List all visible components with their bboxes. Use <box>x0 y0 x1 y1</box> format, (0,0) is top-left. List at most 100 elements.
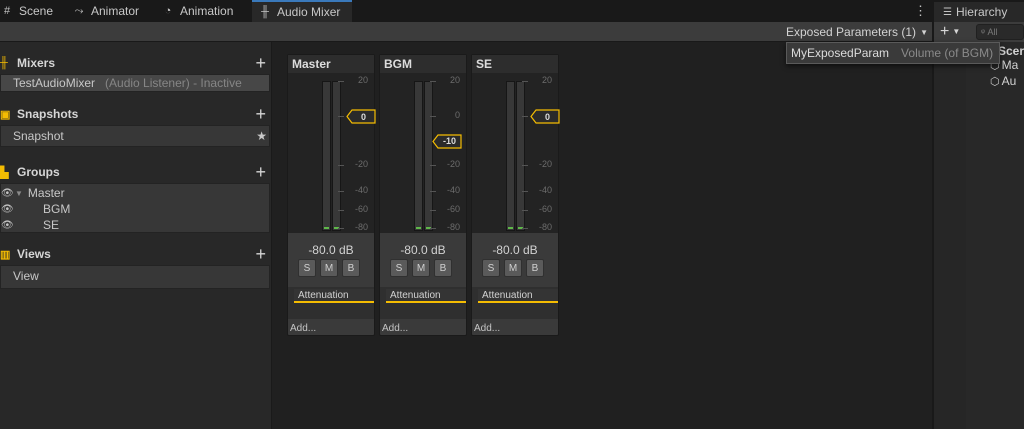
groups-title: Groups <box>17 165 60 179</box>
tab-scene[interactable]: # Scene <box>0 0 64 22</box>
scale-label: -80 <box>354 222 368 232</box>
snapshots-title: Snapshots <box>17 107 79 121</box>
mute-button[interactable]: M <box>504 259 522 277</box>
eye-icon[interactable]: 👁 <box>1 188 14 199</box>
attenuation-effect[interactable]: Attenuation <box>478 289 558 303</box>
add-effect-button[interactable]: Add... <box>290 323 316 334</box>
scale-tick <box>430 191 436 192</box>
strip-name[interactable]: Master <box>288 55 374 73</box>
tab-animator[interactable]: ⤳ Animator <box>72 0 156 22</box>
scale-tick <box>338 165 344 166</box>
volume-fader-handle[interactable]: -10 <box>432 133 462 149</box>
scale-label: -40 <box>446 185 460 195</box>
scale-label: 20 <box>541 75 552 85</box>
dropdown-arrow-icon: ▼ <box>952 27 961 36</box>
hierarchy-add-button[interactable]: + ▼ <box>940 22 960 42</box>
hierarchy-search-input[interactable]: ᵠ All <box>976 24 1024 40</box>
exposed-parameters-dropdown[interactable]: Exposed Parameters (1) ▼ <box>786 22 928 42</box>
exposed-param-name[interactable]: MyExposedParam <box>791 46 889 60</box>
vu-meter-left <box>322 81 331 231</box>
solo-button[interactable]: S <box>390 259 408 277</box>
scale-label: -20 <box>446 159 460 169</box>
groups-list: 👁 ▼ Master 👁 BGM 👁 SE <box>0 183 270 233</box>
exposed-parameters-label: Exposed Parameters (1) <box>786 25 917 39</box>
tab-label: Animator <box>91 4 140 18</box>
kebab-menu-icon[interactable]: ⋮ <box>914 3 927 19</box>
mixer-item[interactable]: TestAudioMixer (Audio Listener) - Inacti… <box>1 75 269 91</box>
strip-name[interactable]: SE <box>472 55 558 73</box>
add-effect-button[interactable]: Add... <box>474 323 500 334</box>
scale-label: 0 <box>454 110 460 120</box>
hierarchy-item-label: Ma <box>1001 58 1019 72</box>
vu-meter-left <box>506 81 515 231</box>
animator-icon: ⤳ <box>74 4 84 17</box>
group-item-master[interactable]: 👁 ▼ Master <box>1 185 269 201</box>
add-view-button[interactable]: + <box>255 243 266 265</box>
exposed-parameters-popup: MyExposedParam Volume (of BGM) <box>786 42 1000 64</box>
group-name: Master <box>27 186 65 200</box>
scale-label: 20 <box>449 75 460 85</box>
tab-label: Animation <box>180 4 234 18</box>
strip-name[interactable]: BGM <box>380 55 466 73</box>
scale-tick <box>338 116 344 117</box>
tab-label: Scene <box>19 4 54 18</box>
search-placeholder: All <box>987 27 998 37</box>
bypass-button[interactable]: B <box>434 259 452 277</box>
mute-button[interactable]: M <box>412 259 430 277</box>
tab-label: Hierarchy <box>955 5 1008 19</box>
expand-arrow-icon[interactable]: ▼ <box>15 189 23 198</box>
views-icon: ▥ <box>0 248 11 261</box>
snapshot-item[interactable]: Snapshot ★ <box>1 128 269 144</box>
attenuation-effect[interactable]: Attenuation <box>386 289 466 303</box>
mute-button[interactable]: M <box>320 259 338 277</box>
view-name: View <box>13 269 39 283</box>
strip-db-readout: -80.0 dB <box>308 243 354 257</box>
mixer-strip-master: Master200-20-40-60-80 0-80.0 dBSMBAttenu… <box>287 54 376 336</box>
fader-value: -10 <box>442 136 456 146</box>
solo-button[interactable]: S <box>482 259 500 277</box>
scale-tick <box>430 165 436 166</box>
scale-label: -80 <box>538 222 552 232</box>
attenuation-effect[interactable]: Attenuation <box>294 289 374 303</box>
scale-tick <box>338 210 344 211</box>
tab-hierarchy[interactable]: ☰ Hierarchy <box>934 2 1024 22</box>
scale-tick <box>430 116 436 117</box>
star-icon[interactable]: ★ <box>256 129 267 143</box>
strip-buttons: SMB <box>482 259 548 277</box>
tab-animation[interactable]: ◔ Animation <box>161 0 251 22</box>
group-item-bgm[interactable]: 👁 BGM <box>1 201 269 217</box>
dropdown-arrow-icon: ▼ <box>920 27 928 37</box>
snapshot-name: Snapshot <box>13 129 64 143</box>
eye-icon[interactable]: 👁 <box>1 204 14 215</box>
tab-audio-mixer[interactable]: ╫ Audio Mixer <box>252 0 352 22</box>
volume-fader-handle[interactable]: 0 <box>530 109 560 124</box>
group-name: BGM <box>43 202 71 216</box>
strip-db-readout: -80.0 dB <box>492 243 538 257</box>
mixer-toolbar: Exposed Parameters (1) ▼ <box>0 22 932 42</box>
groups-header: ▙ Groups + <box>0 161 272 183</box>
hierarchy-scene-row[interactable]: Scer <box>998 44 1024 58</box>
add-group-button[interactable]: + <box>255 161 266 183</box>
mixer-detail: (Audio Listener) - Inactive <box>105 76 242 90</box>
volume-fader-handle[interactable]: 0 <box>346 109 376 124</box>
view-item[interactable]: View <box>1 268 269 284</box>
hierarchy-row[interactable]: ⬡ Au <box>990 74 1016 88</box>
scale-label: -60 <box>354 204 368 214</box>
meter-area: 200-20-40-60-80 0 <box>472 73 560 233</box>
scale-tick <box>522 116 528 117</box>
add-mixer-button[interactable]: + <box>255 52 266 74</box>
bypass-button[interactable]: B <box>526 259 544 277</box>
meter-level <box>416 227 421 229</box>
scale-label: -20 <box>538 159 552 169</box>
add-snapshot-button[interactable]: + <box>255 103 266 125</box>
group-item-se[interactable]: 👁 SE <box>1 217 269 233</box>
bypass-button[interactable]: B <box>342 259 360 277</box>
meter-level <box>508 227 513 229</box>
add-effect-button[interactable]: Add... <box>382 323 408 334</box>
strip-buttons: SMB <box>298 259 364 277</box>
eye-icon[interactable]: 👁 <box>1 220 14 231</box>
solo-button[interactable]: S <box>298 259 316 277</box>
exposed-param-description: Volume (of BGM) <box>901 46 994 60</box>
meter-area: 200-20-40-60-80 0 <box>288 73 376 233</box>
mixers-header: ╫ Mixers + <box>0 52 272 74</box>
